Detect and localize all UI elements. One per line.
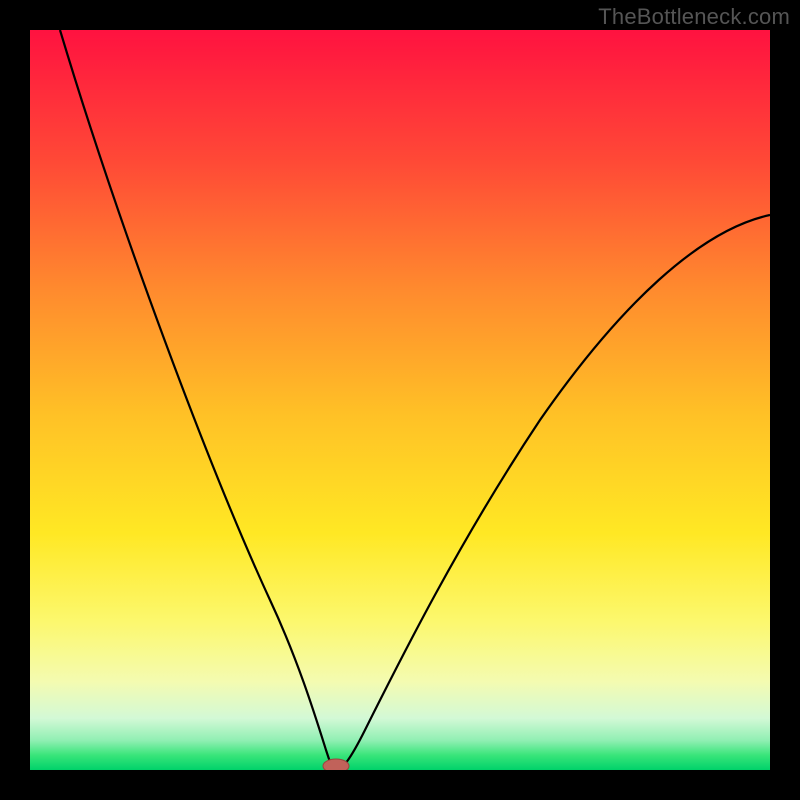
watermark-text: TheBottleneck.com xyxy=(598,4,790,30)
chart-outer-frame: TheBottleneck.com xyxy=(0,0,800,800)
chart-svg xyxy=(30,30,770,770)
minimum-marker xyxy=(323,759,349,770)
plot-area xyxy=(30,30,770,770)
